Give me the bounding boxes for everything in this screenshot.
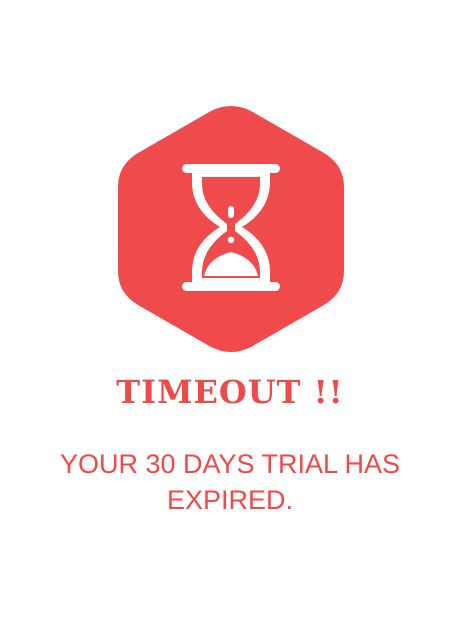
timeout-title: TIMEOUT !! [116, 373, 344, 411]
hexagon-badge [118, 106, 344, 352]
trial-expired-message: YOUR 30 DAYS TRIAL HAS EXPIRED. [59, 449, 401, 515]
trial-expired-screen: TIMEOUT !! YOUR 30 DAYS TRIAL HAS EXPIRE… [0, 0, 460, 630]
hexagon-shape [118, 106, 344, 352]
